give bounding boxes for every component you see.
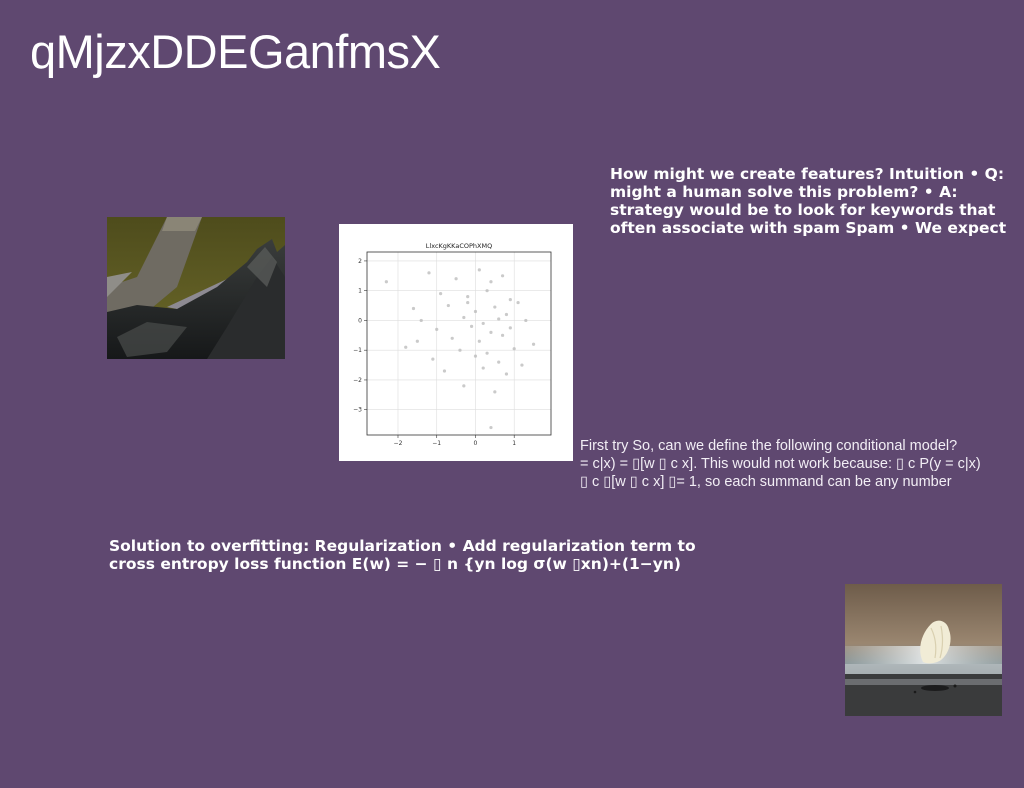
scatter-chart: LlxcKgKKaCOPhXMQ −2 −1 0 1 2 1 0 −1 −2 −3 xyxy=(339,224,573,461)
scatter-point xyxy=(450,336,454,340)
scatter-point xyxy=(508,326,512,330)
scatter-point xyxy=(435,327,439,331)
scatter-point xyxy=(419,318,423,323)
scatter-point xyxy=(446,303,450,308)
scatter-point xyxy=(500,333,505,337)
scatter-point xyxy=(411,306,416,311)
scatter-point xyxy=(516,300,520,305)
scatter-point xyxy=(497,317,501,321)
scatter-point xyxy=(524,318,528,323)
chart-ticks: −2 −1 0 1 2 1 0 −1 −2 −3 xyxy=(353,258,516,447)
y-tick-label: 1 xyxy=(358,288,362,295)
y-tick-label: −3 xyxy=(353,407,362,414)
scatter-point xyxy=(473,354,478,358)
scatter-point xyxy=(520,363,524,367)
scatter-point xyxy=(458,348,462,352)
scatter-point xyxy=(466,295,470,299)
scatter-point xyxy=(442,369,447,373)
features-text: How might we create features? Intuition … xyxy=(610,165,1007,237)
scatter-point xyxy=(439,292,443,296)
scatter-point xyxy=(504,372,509,376)
scatter-point xyxy=(508,298,512,302)
scatter-point xyxy=(493,305,497,309)
scatter-point xyxy=(466,300,470,305)
scatter-point xyxy=(485,289,489,293)
regularization-text: Solution to overfitting: Regularization … xyxy=(109,537,696,573)
scatter-point xyxy=(493,390,497,394)
scatter-point xyxy=(462,315,466,320)
x-tick-label: 1 xyxy=(512,440,516,447)
scatter-point xyxy=(427,271,431,275)
x-tick-label: −1 xyxy=(432,440,441,447)
scatter-point xyxy=(531,342,536,346)
chart-title: LlxcKgKKaCOPhXMQ xyxy=(426,242,492,250)
scatter-point xyxy=(489,425,493,430)
scatter-point xyxy=(454,277,458,281)
first-try-text: First try So, can we define the followin… xyxy=(580,438,981,490)
scatter-point xyxy=(489,330,493,334)
rocks-photo-art xyxy=(107,217,285,359)
scatter-point xyxy=(384,280,388,284)
chart-grid xyxy=(367,252,551,435)
y-tick-label: 0 xyxy=(358,317,362,324)
chart-points xyxy=(384,268,536,430)
scatter-point xyxy=(469,324,474,328)
shell-photo-art xyxy=(845,584,1002,716)
scatter-point xyxy=(500,274,505,278)
scatter-point xyxy=(431,357,435,361)
y-tick-label: 2 xyxy=(358,258,362,265)
scatter-point xyxy=(481,321,485,326)
x-tick-label: 0 xyxy=(474,440,478,447)
scatter-point xyxy=(477,339,481,343)
rocks-photo xyxy=(107,217,285,359)
scatter-point xyxy=(415,339,419,343)
scatter-chart-svg: LlxcKgKKaCOPhXMQ −2 −1 0 1 2 1 0 −1 −2 −3 xyxy=(353,242,552,447)
scatter-point xyxy=(404,345,408,349)
scatter-point xyxy=(477,268,481,272)
scatter-point xyxy=(512,347,516,351)
scatter-point xyxy=(462,384,466,388)
scatter-point xyxy=(497,360,501,364)
y-tick-label: −1 xyxy=(353,347,362,354)
chart-axes-frame xyxy=(366,251,552,436)
slide-title: qMjzxDDEGanfmsX xyxy=(30,25,441,78)
scatter-point xyxy=(473,309,478,314)
scatter-point xyxy=(489,280,493,284)
scatter-point xyxy=(481,366,485,370)
scatter-point xyxy=(485,351,489,355)
scatter-point xyxy=(504,312,509,317)
shell-photo xyxy=(845,584,1002,716)
y-tick-label: −2 xyxy=(353,377,362,384)
x-tick-label: −2 xyxy=(394,440,403,447)
